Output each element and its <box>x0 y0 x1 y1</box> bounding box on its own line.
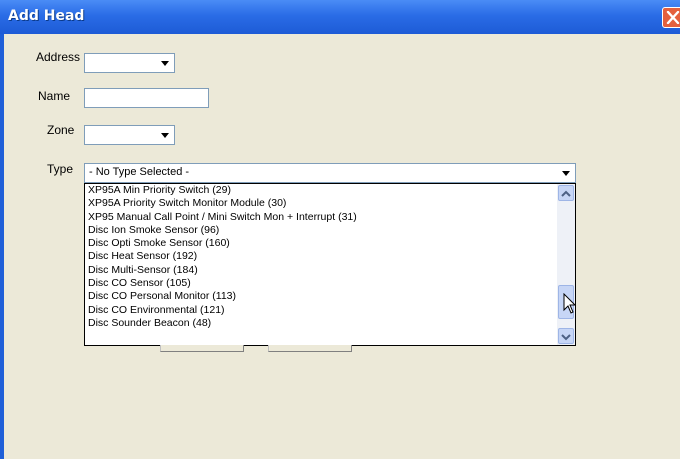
list-item[interactable]: XP95A Priority Switch Monitor Module (30… <box>85 197 557 210</box>
type-dropdown[interactable]: - No Type Selected - <box>84 163 576 183</box>
zone-label: Zone <box>47 123 75 137</box>
name-field[interactable] <box>84 88 209 108</box>
list-item[interactable]: Disc Multi-Sensor (184) <box>85 264 557 277</box>
address-label: Address <box>36 50 81 64</box>
scroll-up-icon <box>561 190 571 197</box>
hidden-button-right[interactable] <box>268 345 352 352</box>
list-item[interactable]: Disc Sounder Beacon (48) <box>85 317 557 330</box>
type-dropdown-list[interactable]: XP95A Min Priority Switch (29) XP95A Pri… <box>84 183 576 346</box>
scroll-up-button[interactable] <box>558 185 574 201</box>
list-item[interactable]: Disc Ion Smoke Sensor (96) <box>85 224 557 237</box>
name-label: Name <box>38 89 71 103</box>
mouse-pointer-icon <box>563 293 577 314</box>
zone-dropdown[interactable] <box>84 125 175 145</box>
scroll-down-button[interactable] <box>558 328 574 344</box>
type-label: Type <box>47 162 74 176</box>
hidden-button-left[interactable] <box>160 345 244 352</box>
close-icon <box>666 11 680 24</box>
list-item[interactable]: Disc CO Personal Monitor (113) <box>85 290 557 303</box>
add-head-dialog: Add Head Address Name Zone Type - No Typ… <box>0 0 680 459</box>
chevron-down-icon[interactable] <box>559 166 573 180</box>
list-item[interactable]: Disc CO Environmental (121) <box>85 304 557 317</box>
list-item[interactable]: XP95 Manual Call Point / Mini Switch Mon… <box>85 211 557 224</box>
chevron-down-icon[interactable] <box>158 128 172 142</box>
title-bar[interactable]: Add Head <box>0 0 680 34</box>
list-item[interactable]: Disc Heat Sensor (192) <box>85 250 557 263</box>
window-frame-left <box>0 34 4 459</box>
close-button[interactable] <box>662 7 680 28</box>
list-item[interactable]: XP95A Min Priority Switch (29) <box>85 184 557 197</box>
chevron-down-icon[interactable] <box>158 56 172 70</box>
window-title: Add Head <box>8 8 85 24</box>
scroll-down-icon <box>561 334 571 341</box>
type-options-list: XP95A Min Priority Switch (29) XP95A Pri… <box>85 184 557 330</box>
vertical-scrollbar[interactable] <box>557 184 575 345</box>
list-item[interactable]: Disc CO Sensor (105) <box>85 277 557 290</box>
type-selected-value: - No Type Selected - <box>89 166 190 178</box>
list-item[interactable]: Disc Opti Smoke Sensor (160) <box>85 237 557 250</box>
address-dropdown[interactable] <box>84 53 175 73</box>
